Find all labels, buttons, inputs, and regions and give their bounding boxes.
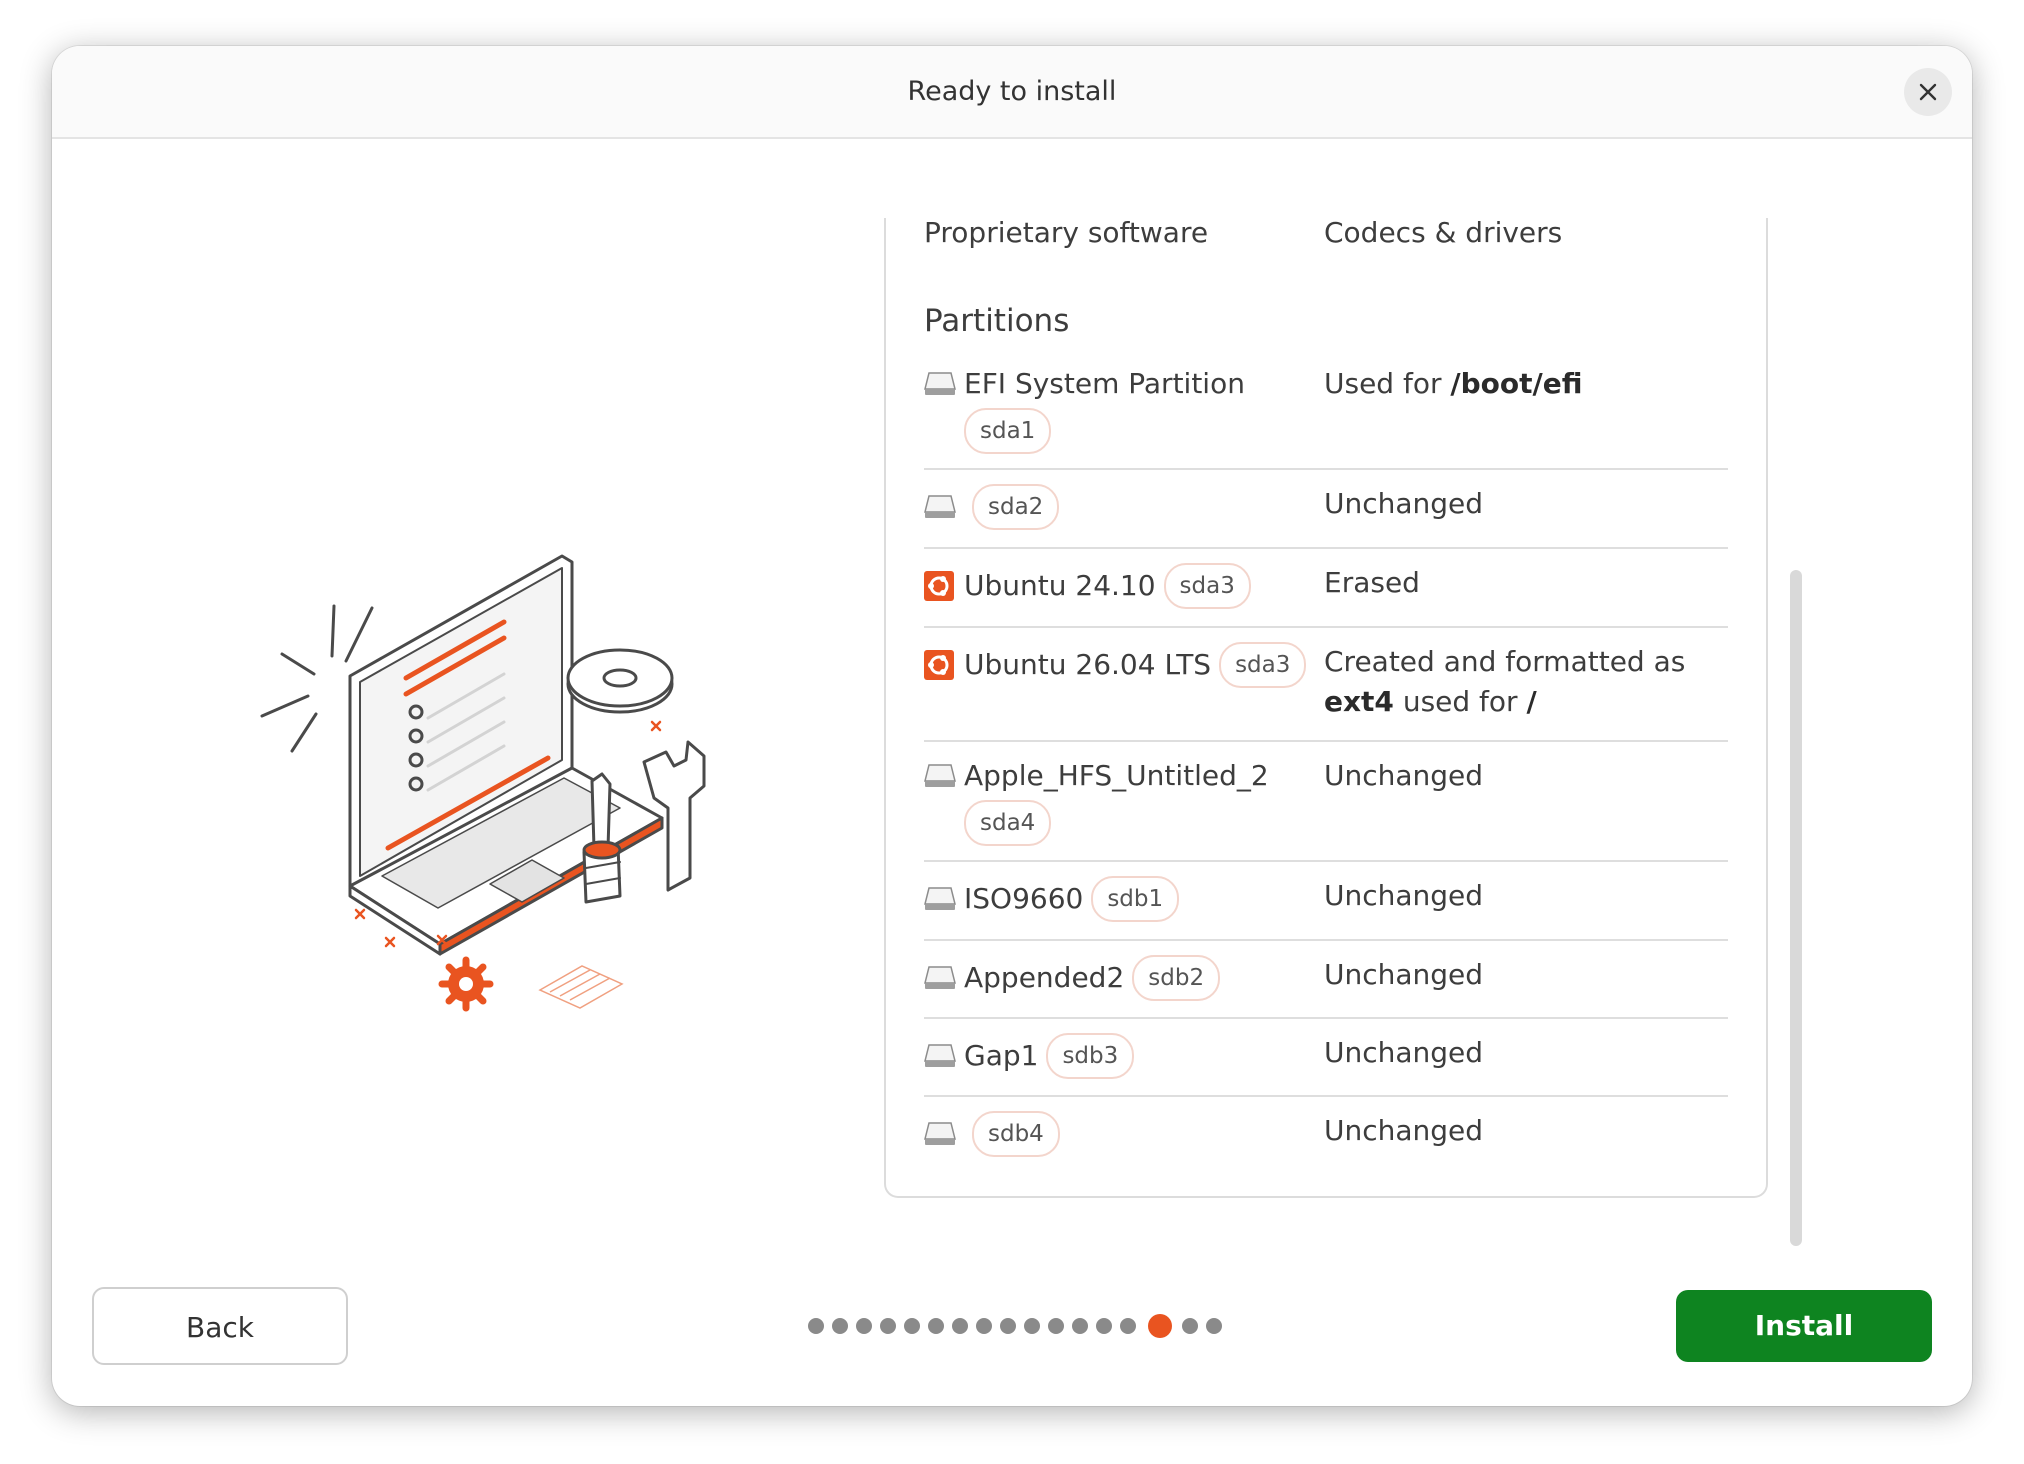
step-dot [1072,1318,1088,1334]
step-dot-current [1148,1314,1172,1338]
small-gear-icon [438,956,494,1012]
install-button[interactable]: Install [1676,1290,1932,1362]
step-dot [1096,1318,1112,1334]
disk-icon [924,1040,956,1072]
disk-icon [924,883,956,915]
disk-icon [924,760,956,792]
partition-row: Apple_HFS_Untitled_2 sda4 Unchanged [924,742,1728,862]
partition-status: Unchanged [1324,487,1484,520]
device-badge: sdb2 [1132,955,1221,1001]
proprietary-software-row: Proprietary software Codecs & drivers [924,218,1728,256]
close-button[interactable] [1904,68,1952,116]
partition-row: sda2 Unchanged [924,470,1728,549]
step-dot [808,1318,824,1334]
partition-row: Appended2 sdb2 Unchanged [924,941,1728,1019]
device-badge: sda4 [964,800,1052,846]
partition-row: ISO9660 sdb1 Unchanged [924,862,1728,941]
step-dot [976,1318,992,1334]
step-dot [1206,1318,1222,1334]
device-badge: sda1 [964,408,1052,454]
step-dot [880,1318,896,1334]
device-badge: sdb4 [972,1111,1060,1157]
partition-status: Erased [1324,566,1420,599]
partition-name: Apple_HFS_Untitled_2 [964,759,1269,792]
partition-status: Unchanged [1324,879,1484,912]
partition-status: Unchanged [1324,1114,1484,1147]
section-title-partitions: Partitions [924,303,1070,339]
step-progress-dots [808,1314,1230,1338]
step-dot [1048,1318,1064,1334]
disk-icon [924,491,956,523]
step-dot [1000,1318,1016,1334]
partition-row: Ubuntu 26.04 LTS sda3 Created and format… [924,628,1728,742]
device-badge: sda2 [972,484,1060,530]
partition-row: EFI System Partition sda1 Used for /boot… [924,350,1728,470]
partition-name: Gap1 [964,1039,1039,1072]
partition-name: Ubuntu 24.10 [964,569,1156,602]
step-dot [1120,1318,1136,1334]
partition-status: Created and formatted as ext4 used for / [1324,645,1686,718]
partition-status: Unchanged [1324,759,1484,792]
step-dot [1182,1318,1198,1334]
summary-scrollbar[interactable] [1790,570,1802,1246]
device-badge: sdb1 [1091,876,1180,922]
disk-icon [924,368,956,400]
step-dot [928,1318,944,1334]
device-badge: sda3 [1163,563,1251,609]
step-dot [904,1318,920,1334]
partition-row: Gap1 sdb3 Unchanged [924,1019,1728,1097]
step-dot [1024,1318,1040,1334]
ubuntu-logo-icon [924,570,956,602]
partition-row: sdb4 Unchanged [924,1097,1728,1176]
back-button[interactable]: Back [92,1287,348,1365]
row-value: Codecs & drivers [1324,218,1563,249]
step-dot [832,1318,848,1334]
device-badge: sdb3 [1046,1033,1135,1079]
step-dot [856,1318,872,1334]
header-bar: Ready to install [52,46,1972,139]
ubuntu-logo-icon [924,649,956,681]
close-icon [1919,83,1937,101]
disk-icon [924,962,956,994]
partition-status: Used for /boot/efi [1324,367,1583,400]
step-dot [952,1318,968,1334]
row-label: Proprietary software [924,218,1209,249]
device-badge: sda3 [1219,642,1307,688]
partition-name: Ubuntu 26.04 LTS [964,648,1212,681]
installer-window: Ready to install Proprietary software Co… [52,46,1972,1406]
partition-name: ISO9660 [964,882,1084,915]
partition-status: Unchanged [1324,958,1484,991]
laptop-tools-illustration [260,554,706,1012]
window-title: Ready to install [907,76,1117,107]
partition-row: Ubuntu 24.10 sda3 Erased [924,549,1728,628]
disk-icon [924,1118,956,1150]
partition-name: EFI System Partition [964,367,1245,400]
partition-name: Appended2 [964,961,1125,994]
install-summary-panel: Proprietary software Codecs & drivers Pa… [884,218,1768,1198]
partition-status: Unchanged [1324,1036,1484,1069]
